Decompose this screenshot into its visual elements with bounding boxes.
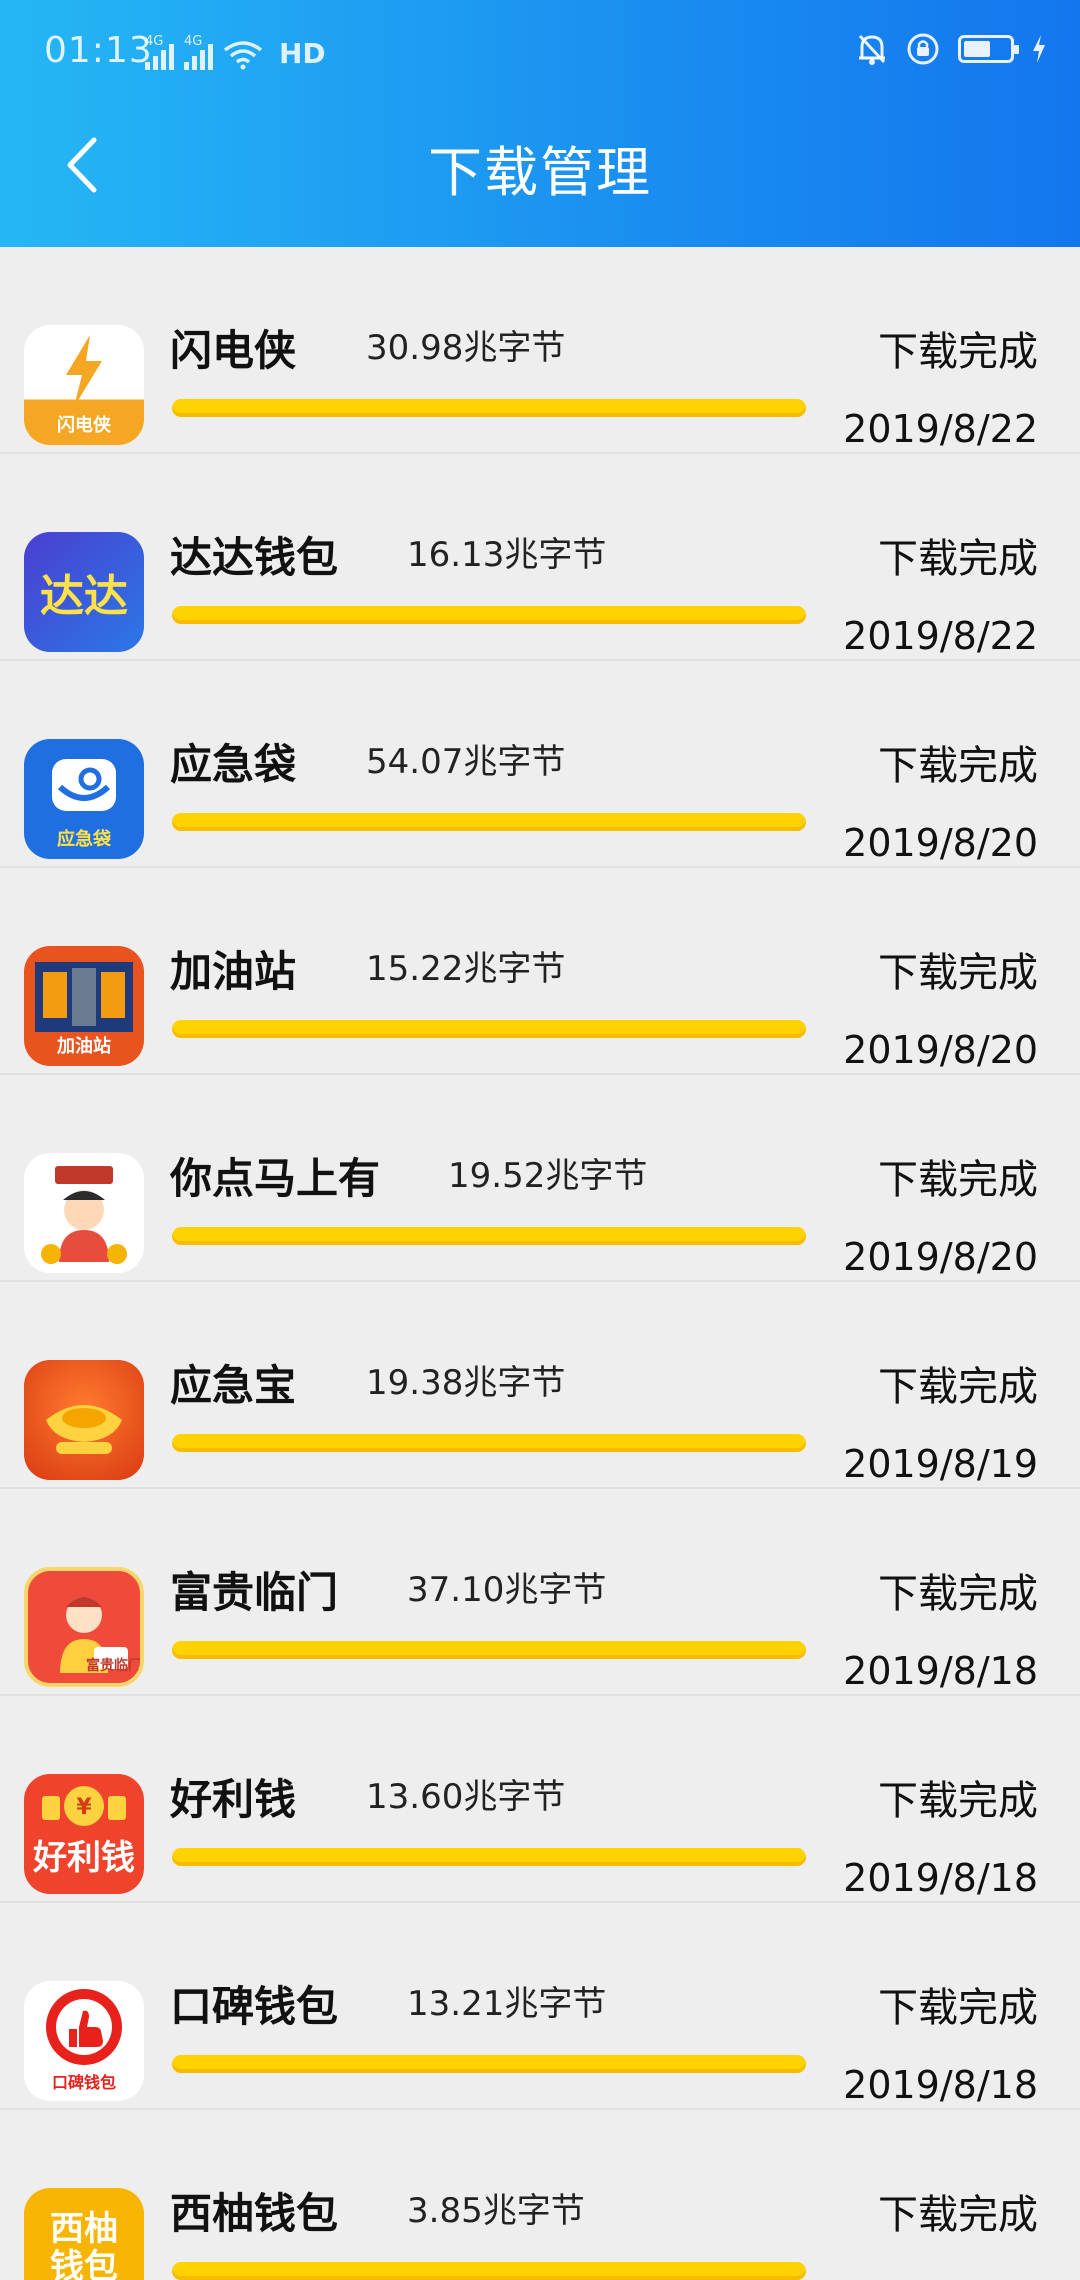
download-date: 2019/8/19 xyxy=(843,1442,1038,1486)
download-item[interactable]: 加油站 加油站 15.22兆字节 下载完成 2019/8/20 xyxy=(0,868,1080,1075)
download-date: 2019/8/18 xyxy=(843,2063,1038,2107)
gas-station-icon: 加油站 xyxy=(24,946,144,1066)
download-status: 下载完成 xyxy=(878,1364,1038,1410)
wifi-icon xyxy=(223,41,263,70)
download-status: 下载完成 xyxy=(878,329,1038,375)
progress-bar xyxy=(172,606,806,624)
flash-hero-icon: 闪电侠 xyxy=(24,325,144,445)
progress-bar xyxy=(172,2262,806,2280)
battery-icon xyxy=(958,35,1019,63)
app-name: 富贵临门 xyxy=(170,1568,339,1617)
download-date: 2019/8/20 xyxy=(843,1028,1038,1072)
download-item[interactable]: 西柚钱包 西柚钱包 3.85兆字节 下载完成 xyxy=(0,2110,1080,2280)
app-size: 13.60兆字节 xyxy=(366,1777,566,1817)
gold-ingot-icon xyxy=(24,1360,144,1480)
app-size: 15.22兆字节 xyxy=(366,949,566,989)
download-date: 2019/8/18 xyxy=(843,1856,1038,1900)
app-size: 3.85兆字节 xyxy=(407,2191,585,2231)
title-bar: 01:13 4G 4G HD 下载管理 xyxy=(0,0,1080,247)
download-status: 下载完成 xyxy=(878,1778,1038,1824)
download-item[interactable]: 口碑钱包 口碑钱包 13.21兆字节 下载完成 2019/8/18 xyxy=(0,1903,1080,2110)
dada-wallet-icon: 达达 xyxy=(24,532,144,652)
download-status: 下载完成 xyxy=(878,743,1038,789)
bell-off-icon xyxy=(858,34,886,65)
progress-bar xyxy=(172,1434,806,1452)
download-item[interactable]: 达达 达达钱包 16.13兆字节 下载完成 2019/8/22 xyxy=(0,454,1080,661)
app-name: 达达钱包 xyxy=(170,533,339,582)
download-item[interactable]: 富贵临门 富贵临门 37.10兆字节 下载完成 2019/8/18 xyxy=(0,1489,1080,1696)
app-name: 应急宝 xyxy=(170,1361,297,1410)
progress-bar xyxy=(172,399,806,417)
status-bar: 01:13 4G 4G HD xyxy=(0,0,1080,110)
grapefruit-wallet-icon: 西柚钱包 xyxy=(24,2188,144,2280)
hd-icon: HD xyxy=(279,37,326,70)
app-name: 好利钱 xyxy=(170,1775,297,1824)
progress-bar xyxy=(172,1020,806,1038)
download-item[interactable]: 闪电侠 闪电侠 30.98兆字节 下载完成 2019/8/22 xyxy=(0,247,1080,454)
download-date: 2019/8/22 xyxy=(843,407,1038,451)
download-status: 下载完成 xyxy=(878,950,1038,996)
progress-bar xyxy=(172,1227,806,1245)
progress-bar xyxy=(172,1641,806,1659)
status-time: 01:13 xyxy=(44,30,153,71)
app-name: 应急袋 xyxy=(170,740,297,789)
download-status: 下载完成 xyxy=(878,536,1038,582)
fortune-god-icon xyxy=(24,1153,144,1273)
download-item[interactable]: 应急宝 19.38兆字节 下载完成 2019/8/19 xyxy=(0,1282,1080,1489)
page-title: 下载管理 xyxy=(428,141,652,204)
download-date: 2019/8/18 xyxy=(843,1649,1038,1693)
progress-bar xyxy=(172,2055,806,2073)
charging-icon xyxy=(1033,35,1045,63)
app-size: 19.52兆字节 xyxy=(448,1156,648,1196)
download-date: 2019/8/22 xyxy=(843,614,1038,658)
progress-bar xyxy=(172,813,806,831)
app-size: 30.98兆字节 xyxy=(366,328,566,368)
app-name: 西柚钱包 xyxy=(170,2189,339,2238)
download-date: 2019/8/20 xyxy=(843,821,1038,865)
wealth-god-icon: 富贵临门 xyxy=(24,1567,144,1687)
signal-icon: 4G xyxy=(145,34,174,70)
app-name: 口碑钱包 xyxy=(170,1982,339,2031)
status-icons-right xyxy=(856,32,1046,66)
download-status: 下载完成 xyxy=(878,1571,1038,1617)
app-size: 37.10兆字节 xyxy=(407,1570,607,1610)
app-name: 加油站 xyxy=(170,947,297,996)
app-name: 你点马上有 xyxy=(170,1154,381,1203)
app-size: 13.21兆字节 xyxy=(407,1984,607,2024)
status-icons-left: 4G 4G HD xyxy=(145,30,326,70)
download-item[interactable]: ¥ 好利钱 好利钱 13.60兆字节 下载完成 2019/8/18 xyxy=(0,1696,1080,1903)
app-size: 54.07兆字节 xyxy=(366,742,566,782)
download-item[interactable]: 应急袋 应急袋 54.07兆字节 下载完成 2019/8/20 xyxy=(0,661,1080,868)
svg-text:¥: ¥ xyxy=(76,1795,92,1820)
app-size: 16.13兆字节 xyxy=(407,535,607,575)
progress-bar xyxy=(172,1848,806,1866)
thumbs-up-icon: 口碑钱包 xyxy=(24,1981,144,2101)
download-date: 2019/8/20 xyxy=(843,1235,1038,1279)
emergency-bag-icon: 应急袋 xyxy=(24,739,144,859)
app-name: 闪电侠 xyxy=(170,326,297,375)
download-item[interactable]: 你点马上有 19.52兆字节 下载完成 2019/8/20 xyxy=(0,1075,1080,1282)
rotation-lock-icon xyxy=(907,33,939,65)
download-status: 下载完成 xyxy=(878,1157,1038,1203)
good-profit-money-icon: ¥ 好利钱 xyxy=(24,1774,144,1894)
app-size: 19.38兆字节 xyxy=(366,1363,566,1403)
download-list: 闪电侠 闪电侠 30.98兆字节 下载完成 2019/8/22 达达 达达钱包 … xyxy=(0,247,1080,2280)
download-status: 下载完成 xyxy=(878,2192,1038,2238)
download-status: 下载完成 xyxy=(878,1985,1038,2031)
signal-icon: 4G xyxy=(184,34,213,70)
